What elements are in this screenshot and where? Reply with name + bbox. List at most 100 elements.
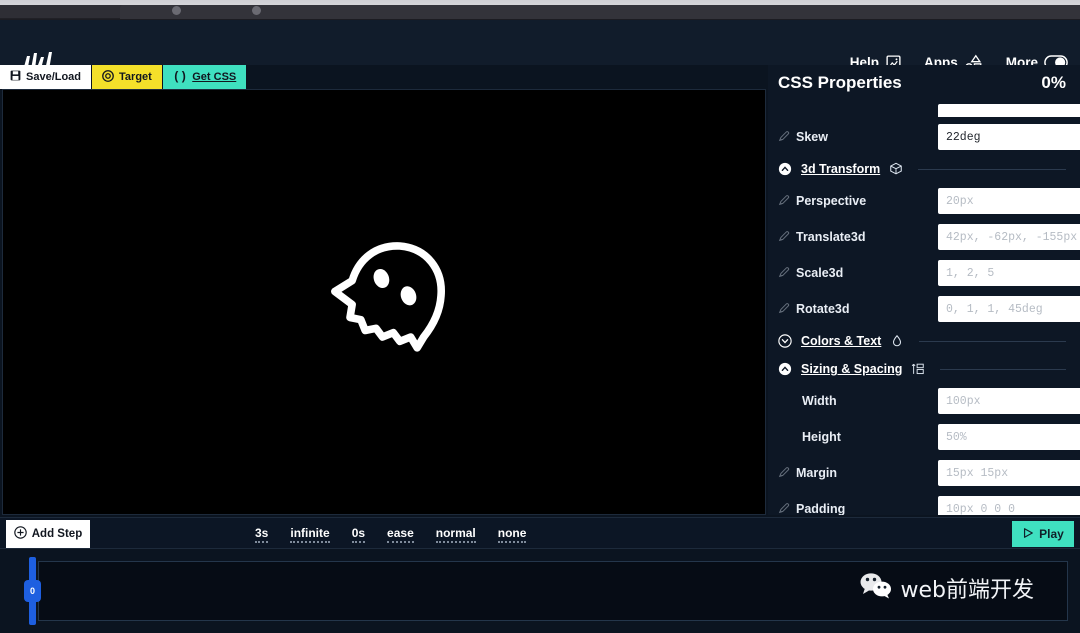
save-load-label: Save/Load: [26, 71, 81, 83]
property-label-margin: Margin: [778, 466, 938, 481]
pen-icon: [778, 266, 790, 281]
panel-header: CSS Properties 0%: [768, 65, 1080, 101]
timing-option-4[interactable]: normal: [436, 526, 476, 543]
chevron-up-icon[interactable]: [778, 362, 794, 376]
section-label-sizing-spacing: Sizing & Spacing: [801, 362, 902, 376]
chrome-dot: [172, 6, 181, 15]
pen-icon: [778, 130, 790, 145]
keyframe-timeline[interactable]: 0 web前端开发: [0, 549, 1080, 633]
chrome-dot: [252, 6, 261, 15]
property-input-clipped-property[interactable]: [938, 104, 1080, 117]
target-icon: [102, 70, 114, 85]
property-input-width[interactable]: [938, 388, 1080, 414]
browser-chrome: [0, 0, 1080, 20]
wechat-icon: [859, 571, 893, 604]
property-label-translate3d: Translate3d: [778, 230, 938, 245]
section-colors-text[interactable]: Colors & Text: [768, 327, 1080, 355]
get-css-label: Get CSS: [192, 71, 236, 83]
add-step-label: Add Step: [32, 528, 82, 540]
panel-body[interactable]: Skew 3d Transform Perspective Translate3d Sc…: [768, 101, 1080, 515]
property-row-rotate3d: Rotate3d: [768, 291, 1080, 327]
property-label-text: Margin: [796, 466, 837, 480]
section-rule: [940, 369, 1066, 370]
target-label: Target: [119, 71, 152, 83]
property-label-height: Height: [778, 430, 938, 444]
property-row-scale3d: Scale3d: [768, 255, 1080, 291]
add-step-button[interactable]: Add Step: [6, 520, 90, 548]
property-label-text: Translate3d: [796, 230, 865, 244]
property-label-padding: Padding: [778, 502, 938, 516]
property-input-scale3d[interactable]: [938, 260, 1080, 286]
editor-toolbar: Save/Load Target () Get CSS: [0, 65, 768, 89]
property-label-perspective: Perspective: [778, 194, 938, 209]
property-label-text: Scale3d: [796, 266, 843, 280]
section-rule: [918, 169, 1066, 170]
save-icon: [10, 70, 21, 84]
target-button[interactable]: Target: [92, 65, 163, 89]
playhead-knob[interactable]: 0: [24, 580, 41, 602]
get-css-button[interactable]: () Get CSS: [163, 65, 247, 89]
property-label-text: Height: [802, 430, 841, 444]
property-row-padding: Padding: [768, 491, 1080, 515]
pen-icon: [778, 194, 790, 209]
watermark-text: web前端开发: [901, 572, 1035, 604]
code-icon: (): [173, 70, 187, 84]
spacing-icon: [911, 362, 925, 376]
animation-control-bar: Add Step 3s infinite 0s ease normal none Play: [0, 517, 1080, 549]
property-row-perspective: Perspective: [768, 183, 1080, 219]
ghost-head-icon[interactable]: [324, 233, 454, 363]
property-label-scale3d: Scale3d: [778, 266, 938, 281]
section-sizing-spacing[interactable]: Sizing & Spacing: [768, 355, 1080, 383]
property-row-height: Height: [768, 419, 1080, 455]
plus-circle-icon: [14, 526, 27, 542]
droplet-icon: [890, 334, 904, 348]
property-row-clipped-property: [768, 101, 1080, 119]
property-input-translate3d[interactable]: [938, 224, 1080, 250]
property-label-skew: Skew: [778, 130, 938, 145]
property-input-height[interactable]: [938, 424, 1080, 450]
timing-option-2[interactable]: 0s: [352, 526, 365, 543]
app-root: Help Apps: [0, 0, 1080, 633]
play-label: Play: [1039, 527, 1064, 541]
panel-progress-percent: 0%: [1041, 73, 1066, 93]
property-label-text: Rotate3d: [796, 302, 849, 316]
pen-icon: [778, 302, 790, 317]
watermark: web前端开发: [859, 571, 1035, 604]
property-row-margin: Margin: [768, 455, 1080, 491]
property-row-width: Width: [768, 383, 1080, 419]
pen-icon: [778, 502, 790, 516]
property-input-margin[interactable]: [938, 460, 1080, 486]
property-input-perspective[interactable]: [938, 188, 1080, 214]
property-label-text: Perspective: [796, 194, 866, 208]
property-row-translate3d: Translate3d: [768, 219, 1080, 255]
property-label-text: Padding: [796, 502, 845, 515]
timing-option-0[interactable]: 3s: [255, 526, 268, 543]
property-label-width: Width: [778, 394, 938, 408]
section-3d-transform[interactable]: 3d Transform: [768, 155, 1080, 183]
play-icon: [1022, 527, 1034, 542]
property-input-padding[interactable]: [938, 496, 1080, 515]
section-rule: [919, 341, 1066, 342]
timing-settings: 3s infinite 0s ease normal none: [255, 518, 526, 550]
preview-canvas[interactable]: [2, 89, 766, 515]
property-label-text: Skew: [796, 130, 828, 144]
property-input-skew[interactable]: [938, 124, 1080, 150]
play-button[interactable]: Play: [1012, 521, 1074, 547]
panel-title: CSS Properties: [778, 73, 902, 93]
property-input-rotate3d[interactable]: [938, 296, 1080, 322]
pen-icon: [778, 230, 790, 245]
save-load-button[interactable]: Save/Load: [0, 65, 92, 89]
cube-icon: [889, 162, 903, 176]
chevron-up-icon[interactable]: [778, 162, 794, 176]
property-label-text: Width: [802, 394, 837, 408]
css-properties-panel: CSS Properties 0% Skew 3d Transform Perspe…: [768, 65, 1080, 515]
pen-icon: [778, 466, 790, 481]
property-row-skew: Skew: [768, 119, 1080, 155]
property-label-rotate3d: Rotate3d: [778, 302, 938, 317]
chevron-down-icon[interactable]: [778, 334, 794, 348]
timing-option-5[interactable]: none: [498, 526, 527, 543]
section-label-3d-transform: 3d Transform: [801, 162, 880, 176]
browser-tabstrip: [120, 5, 1080, 19]
timing-option-3[interactable]: ease: [387, 526, 414, 543]
timing-option-1[interactable]: infinite: [290, 526, 329, 543]
